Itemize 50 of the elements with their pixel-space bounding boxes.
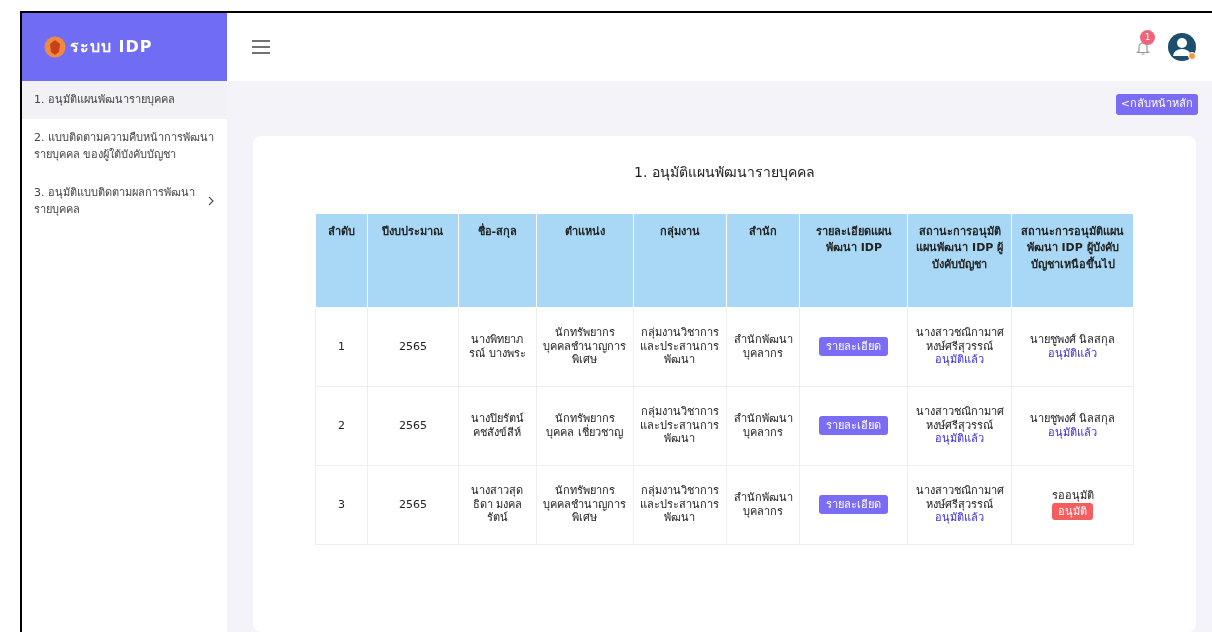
approver-name: นางสาวชณิกามาศ หงษ์ศรีสุวรรณ์ bbox=[914, 325, 1005, 354]
column-header: สถานะการอนุมัติแผนพัฒนา IDP ผู้บังคับบัญชา bbox=[907, 213, 1012, 307]
notification-badge: 1 bbox=[1140, 30, 1155, 45]
avatar-icon[interactable] bbox=[1166, 31, 1198, 63]
table-cell: นักทรัพยากรบุคคลชำนาญการพิเศษ bbox=[536, 465, 634, 544]
approver-name: นายชูพงศ์ นิลสกุล bbox=[1028, 332, 1117, 347]
column-header: กลุ่มงาน bbox=[633, 213, 727, 307]
table-cell: สำนักพัฒนาบุคลากร bbox=[726, 307, 800, 386]
table-cell: กลุ่มงานวิชาการและประสานการพัฒนา bbox=[633, 465, 727, 544]
approval-status: อนุมัติแล้ว bbox=[934, 511, 986, 526]
table-cell: 2565 bbox=[367, 386, 459, 465]
table-cell: นางปิยรัตน์ คชสังข์สีห์ bbox=[458, 386, 537, 465]
approver-name: นางสาวชณิกามาศ หงษ์ศรีสุวรรณ์ bbox=[914, 483, 1005, 512]
approval-status: รออนุมัติ bbox=[1050, 488, 1095, 503]
details-button[interactable]: รายละเอียด bbox=[819, 336, 889, 357]
approve-button[interactable]: อนุมัติ bbox=[1052, 502, 1094, 521]
table-cell: กลุ่มงานวิชาการและประสานการพัฒนา bbox=[633, 386, 727, 465]
approver-name: นางสาวชณิกามาศ หงษ์ศรีสุวรรณ์ bbox=[914, 404, 1005, 433]
table-cell: นางสาวสุดธิดา มงคลรัตน์ bbox=[458, 465, 537, 544]
column-header: ปีงบประมาณ bbox=[367, 213, 459, 307]
column-header: ชื่อ-สกุล bbox=[458, 213, 537, 307]
table-cell: นักทรัพยากรบุคคลชำนาญการพิเศษ bbox=[536, 307, 634, 386]
column-header: ตำแหน่ง bbox=[536, 213, 634, 307]
table-cell: 1 bbox=[315, 307, 368, 386]
column-header: ลำดับ bbox=[315, 213, 368, 307]
table-cell: 2565 bbox=[367, 307, 459, 386]
column-header: สถานะการอนุมัติแผนพัฒนา IDP ผู้บังคับบัญชาเหนือขึ้นไป bbox=[1011, 213, 1134, 307]
table-cell: สำนักพัฒนาบุคลากร bbox=[726, 465, 800, 544]
table-cell: นางพิทยาภรณ์ บางพระ bbox=[458, 307, 537, 386]
emblem-icon bbox=[44, 36, 66, 58]
back-to-home-button[interactable]: <กลับหน้าหลัก bbox=[1115, 94, 1198, 115]
column-header: สำนัก bbox=[726, 213, 800, 307]
brand-title: ระบบ IDP bbox=[70, 36, 153, 58]
table-cell: 2565 bbox=[367, 465, 459, 544]
table-cell: 3 bbox=[315, 465, 368, 544]
approval-status: อนุมัติแล้ว bbox=[1047, 425, 1099, 440]
table-cell: นักทรัพยากรบุคคล เชี่ยวชาญ bbox=[536, 386, 634, 465]
approval-status: อนุมัติแล้ว bbox=[934, 432, 986, 447]
approver-name: นายชูพงศ์ นิลสกุล bbox=[1028, 411, 1117, 426]
sidebar-item[interactable]: 1. อนุมัติแผนพัฒนารายบุคคล bbox=[22, 81, 227, 119]
approval-status: อนุมัติแล้ว bbox=[934, 353, 986, 368]
column-header: รายละเอียดแผนพัฒนา IDP bbox=[799, 213, 908, 307]
details-button[interactable]: รายละเอียด bbox=[819, 494, 889, 515]
table-cell: กลุ่มงานวิชาการและประสานการพัฒนา bbox=[633, 307, 727, 386]
approval-status: อนุมัติแล้ว bbox=[1047, 346, 1099, 361]
table-cell: สำนักพัฒนาบุคลากร bbox=[726, 386, 800, 465]
details-button[interactable]: รายละเอียด bbox=[819, 415, 889, 436]
table-cell: 2 bbox=[315, 386, 368, 465]
menu-icon[interactable] bbox=[251, 39, 271, 55]
page-title: 1. อนุมัติแผนพัฒนารายบุคคล bbox=[633, 162, 816, 183]
